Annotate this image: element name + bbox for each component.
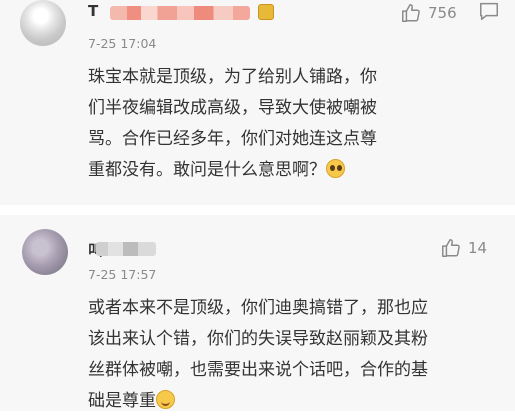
comment-1: T 7-25 17:04 756 珠宝本就是顶级，为了给别人铺路，你 们半夜编辑… [0,0,515,205]
like-button[interactable]: 14 [440,237,487,259]
like-button[interactable]: 756 [400,2,457,24]
username[interactable]: T [88,2,98,20]
reply-button[interactable] [478,0,500,26]
like-count: 756 [428,4,457,22]
comment-text-content: 或者本来不是顶级，你们迪奥搞错了，那也应 该出来认个错，你们的失误导致赵丽颖及其… [88,298,428,411]
blurred-username [110,6,250,20]
thumbs-up-icon [402,4,420,22]
divider [0,205,515,215]
comment-text: 或者本来不是顶级，你们迪奥搞错了，那也应 该出来认个错，你们的失误导致赵丽颖及其… [88,293,488,417]
timestamp: 7-25 17:57 [88,267,157,282]
smiling-face-icon [156,390,175,409]
comment-icon [480,2,498,20]
pleading-face-icon [326,159,345,178]
comment-2: 叫 7-25 17:57 14 或者本来不是顶级，你们迪奥搞错了，那也应 该出来… [0,215,515,411]
comment-text: 珠宝本就是顶级，为了给别人铺路，你 们半夜编辑改成高级，导致大使被嘲被 骂。合作… [88,62,488,186]
blurred-username [96,242,156,256]
avatar[interactable] [22,229,68,275]
timestamp: 7-25 17:04 [88,36,157,51]
thumbs-up-icon [442,239,460,257]
like-count: 14 [468,239,488,257]
avatar[interactable] [20,0,66,46]
vip-badge-icon [258,4,274,20]
